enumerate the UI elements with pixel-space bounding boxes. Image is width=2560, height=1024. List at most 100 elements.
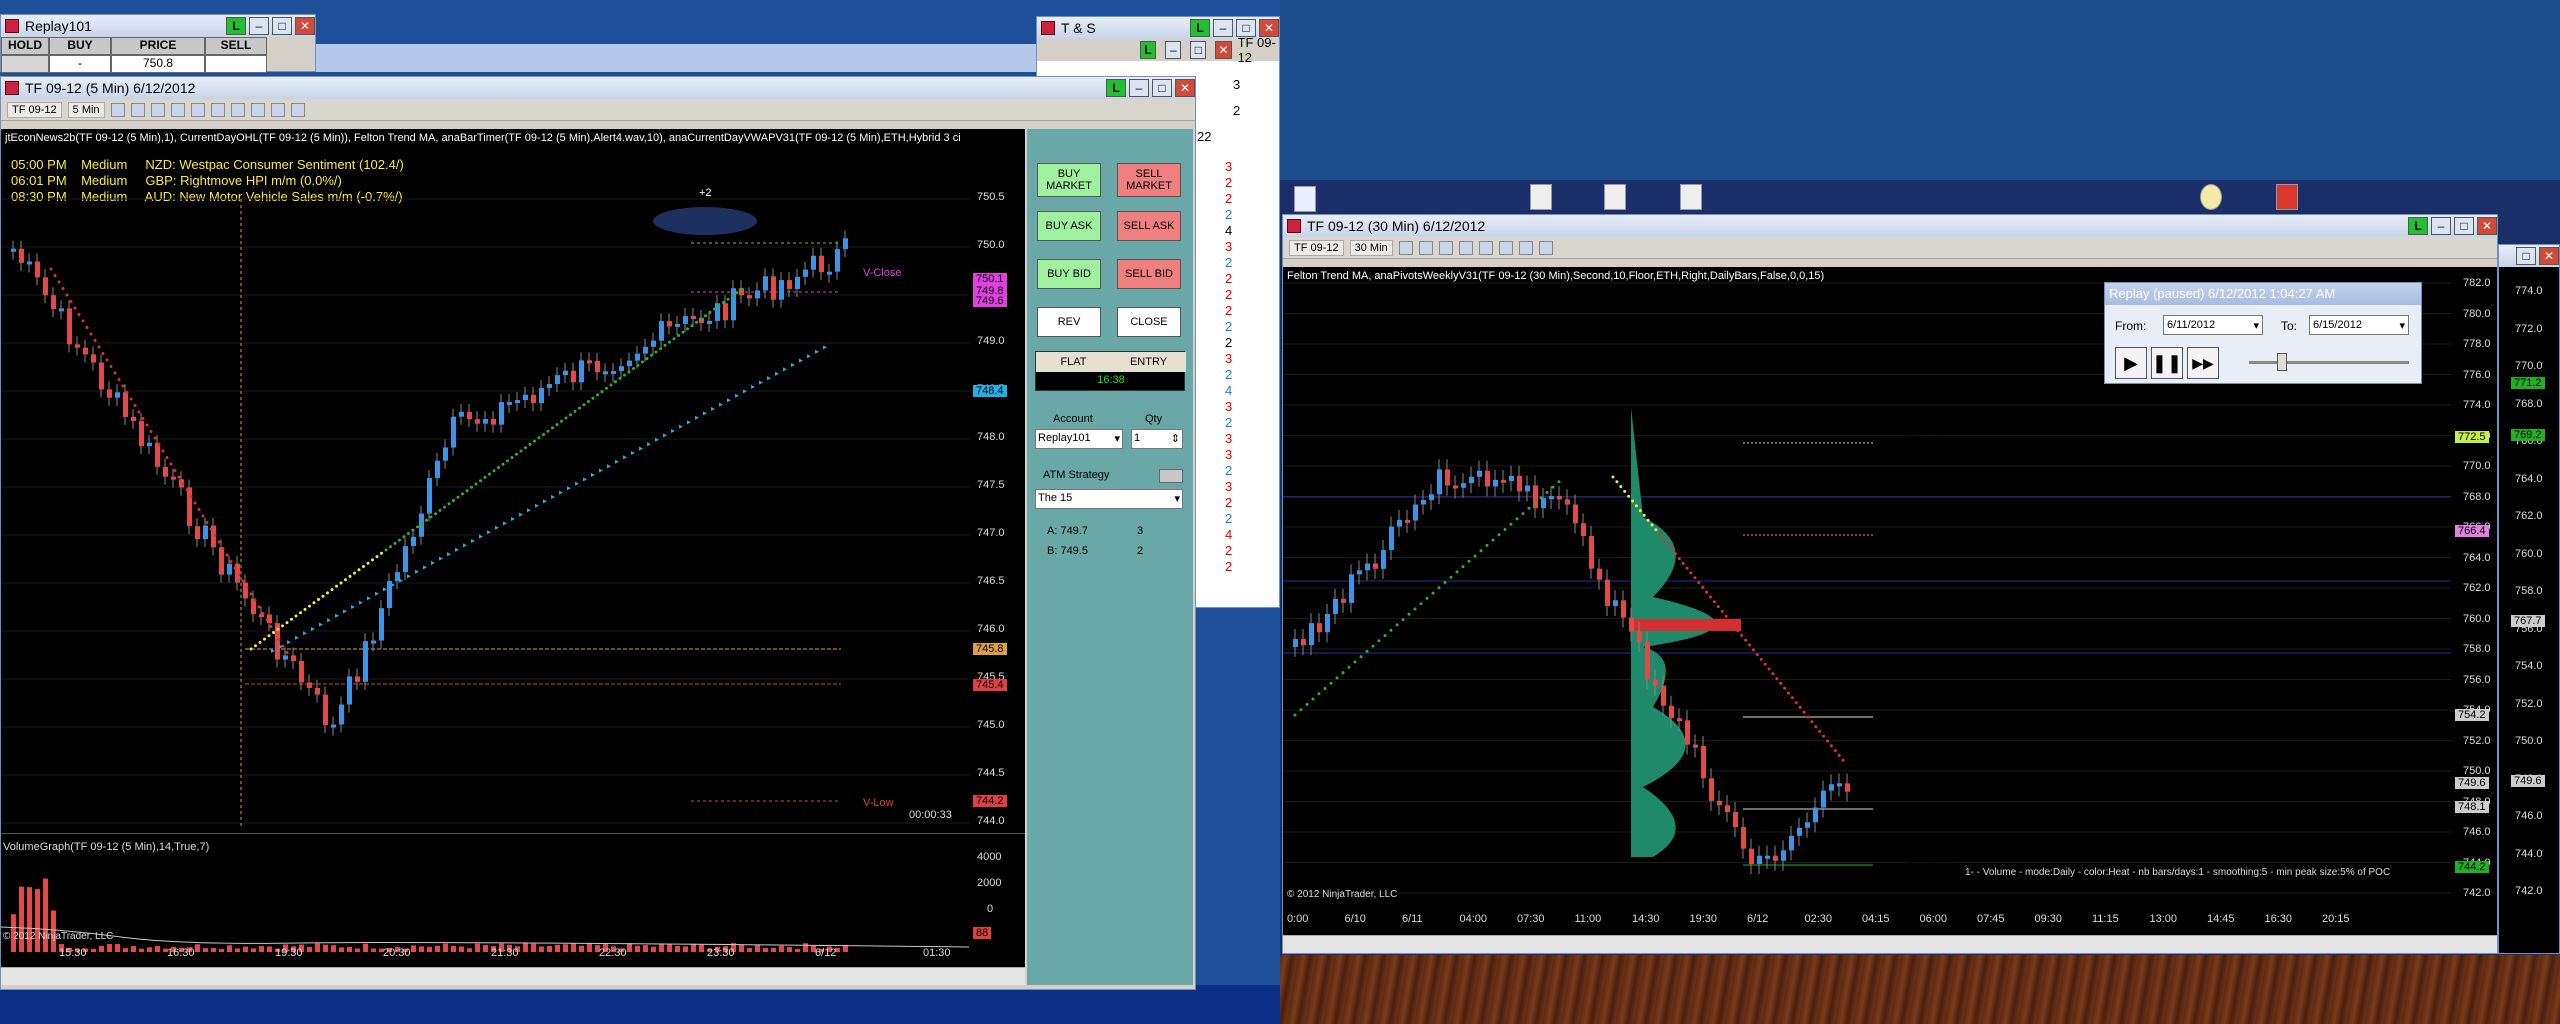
sell-market-button[interactable]: SELL MARKET [1117,163,1181,197]
cursor-icon[interactable] [170,102,185,117]
close-button[interactable]: ✕ [295,17,315,35]
dom-price-cell[interactable]: 750.8 [111,55,205,73]
strategies-icon[interactable] [1538,240,1553,255]
trend-ma-dot [420,522,424,526]
properties-icon[interactable] [1498,240,1513,255]
minimize-button[interactable]: – [2431,217,2451,235]
close-button[interactable]: ✕ [2539,247,2559,265]
pause-icon[interactable]: ❚❚ [2151,347,2183,379]
titlebar[interactable]: Replay101 L – □ ✕ [1,15,315,37]
buy-market-button[interactable]: BUY MARKET [1037,163,1101,197]
document-icon[interactable] [1680,184,1702,210]
price-badge: 772.5 [2455,431,2489,443]
document-icon[interactable] [1604,184,1626,210]
bar-type-icon[interactable] [110,102,125,117]
speed-slider-handle[interactable] [2277,353,2287,371]
instrument-selector[interactable]: TF 09-12 [7,101,62,118]
vwap-arrow [743,389,747,394]
ts-list[interactable]: 32224322222232432332322422 [1211,159,1279,575]
document-icon[interactable] [1530,184,1552,210]
dom-sell-cell[interactable] [205,55,267,73]
buy-ask-button[interactable]: BUY ASK [1037,211,1101,241]
account-select[interactable]: Replay101 ▾ [1035,429,1123,449]
minimize-button[interactable]: – [1213,19,1233,37]
properties-icon[interactable] [210,102,225,117]
candle-body [1653,679,1658,686]
maximize-button[interactable]: □ [2516,247,2536,265]
interval-selector[interactable]: 5 Min [67,101,105,118]
horizontal-scrollbar[interactable] [1,967,1025,985]
trend-ma-dot [1646,518,1650,522]
close-button[interactable]: ✕ [2477,217,2497,235]
link-button[interactable]: L [1190,19,1210,37]
minimize-button[interactable]: – [249,17,269,35]
to-label: To: [2281,319,2298,333]
app-shortcut-icon[interactable] [2200,184,2222,210]
pdf-icon[interactable] [2276,184,2298,210]
trend-ma-dot [573,409,577,413]
reverse-button[interactable]: REV [1037,307,1101,337]
draw-tool-icon[interactable] [1438,240,1453,255]
pencil-icon[interactable] [1418,240,1433,255]
maximize-button[interactable]: □ [1152,79,1172,97]
recycle-bin-icon[interactable] [1294,186,1316,212]
chart-5min-area[interactable]: jtEconNews2b(TF 09-12 (5 Min),1), Curren… [1,129,1025,985]
titlebar[interactable]: TF 09-12 (5 Min) 6/12/2012 L – □ ✕ [1,77,1195,99]
maximize-button[interactable]: □ [272,17,292,35]
trend-ma-dot [241,579,245,583]
from-date-picker[interactable]: 6/11/2012 ▾ [2163,315,2263,335]
candle-body [27,261,32,265]
close-button[interactable]: ✕ [1215,41,1232,59]
interval-selector[interactable]: 30 Min [1349,239,1393,256]
dom-hold-cell[interactable] [1,55,49,73]
trend-ma-dot [1631,499,1634,503]
vwap-arrow [735,393,739,398]
cursor-icon[interactable] [1458,240,1473,255]
play-icon[interactable]: ▶ [2115,347,2147,379]
maximize-button[interactable]: □ [1190,41,1207,59]
axis-tick-label: 748.0 [977,431,1005,443]
candle-body [1789,835,1794,851]
trend-ma-dot [1693,576,1697,580]
titlebar[interactable]: TF 09-12 (30 Min) 6/12/2012 L – □ ✕ [1283,215,2497,237]
dom-buy-cell[interactable]: - [49,55,111,73]
bar-type-icon[interactable] [1398,240,1413,255]
atm-strategy-select[interactable]: The 15 ▾ [1035,489,1183,509]
pencil-icon[interactable] [130,102,145,117]
link-button[interactable]: L [1106,79,1126,97]
draw-tool-icon[interactable] [150,102,165,117]
indicators-icon[interactable] [1518,240,1533,255]
to-date-picker[interactable]: 6/15/2012 ▾ [2309,315,2409,335]
instrument-selector[interactable]: TF 09-12 [1289,239,1344,256]
quantity-stepper[interactable]: 1 ⇕ [1131,429,1183,449]
indicators-icon[interactable] [230,102,245,117]
strategies-icon[interactable] [250,102,265,117]
buy-bid-button[interactable]: BUY BID [1037,259,1101,289]
close-position-button[interactable]: CLOSE [1117,307,1181,337]
maximize-button[interactable]: □ [2454,217,2474,235]
close-button[interactable]: ✕ [1175,79,1195,97]
fast-forward-icon[interactable]: ▶▶ [2187,347,2219,379]
volume-bar [659,944,664,952]
link-button[interactable]: L [2408,217,2428,235]
window-title[interactable]: Replay (paused) 6/12/2012 1:04:27 AM [2105,283,2421,305]
horizontal-scrollbar[interactable] [1283,935,2497,953]
zoom-icon[interactable] [190,102,205,117]
link-button[interactable]: L [1140,41,1157,59]
dataseries-icon[interactable] [270,102,285,117]
titlebar[interactable]: □ ✕ [2499,245,2559,267]
sell-bid-button[interactable]: SELL BID [1117,259,1181,289]
speed-slider-track[interactable] [2249,361,2409,364]
chart-trader-icon[interactable] [290,102,305,117]
trend-ma-dot [591,396,595,400]
zoom-icon[interactable] [1478,240,1493,255]
ts-instrument[interactable]: TF 09-12 [1238,35,1279,65]
link-button[interactable]: L [226,17,246,35]
candle-body [1669,705,1674,719]
minimize-button[interactable]: – [1129,79,1149,97]
sell-ask-button[interactable]: SELL ASK [1117,211,1181,241]
candle-body [1677,718,1682,722]
volume-bar [259,946,264,952]
atm-config-button[interactable] [1159,469,1183,483]
minimize-button[interactable]: – [1165,41,1182,59]
